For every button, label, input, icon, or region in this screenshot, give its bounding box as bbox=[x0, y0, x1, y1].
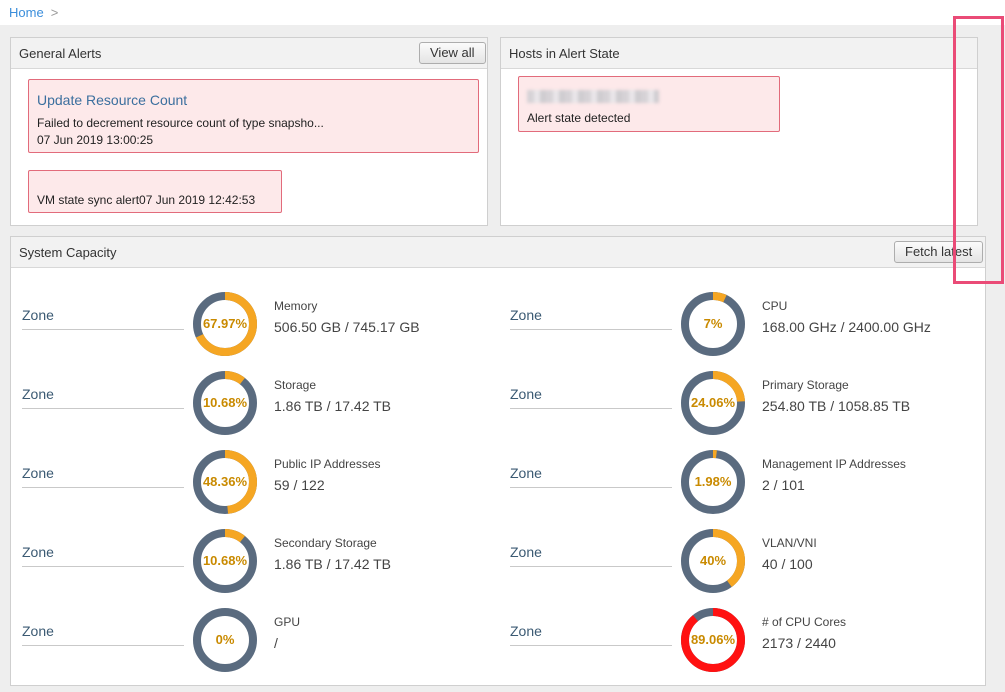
metric-name: VLAN/VNI bbox=[762, 536, 817, 550]
zone-label: Zone bbox=[22, 386, 184, 409]
alert-item[interactable]: VM state sync alert07 Jun 2019 12:42:53 bbox=[28, 170, 282, 213]
capacity-donut-chart: 67.97% bbox=[192, 291, 258, 357]
host-alert-item[interactable]: Alert state detected bbox=[518, 76, 780, 132]
capacity-donut-chart: 10.68% bbox=[192, 370, 258, 436]
metric-value: 1.86 TB / 17.42 TB bbox=[274, 398, 392, 414]
capacity-donut-chart: 0% bbox=[192, 607, 258, 673]
capacity-donut-chart: 1.98% bbox=[680, 449, 746, 515]
capacity-row: Zone 10.68% Storage 1.86 TB / 17.42 TB bbox=[22, 370, 482, 436]
hosts-alert-panel: Hosts in Alert State Alert state detecte… bbox=[500, 37, 978, 226]
system-capacity-title: System Capacity bbox=[19, 245, 117, 260]
metric-value: 506.50 GB / 745.17 GB bbox=[274, 319, 420, 335]
percent-label: 10.68% bbox=[202, 553, 248, 568]
capacity-row: Zone 10.68% Secondary Storage 1.86 TB / 17.… bbox=[22, 528, 482, 594]
alert-message: VM state sync alert07 Jun 2019 12:42:53 bbox=[37, 193, 256, 207]
metric-name: Storage bbox=[274, 378, 317, 392]
general-alerts-header: General Alerts View all bbox=[11, 38, 487, 69]
metric-name: Management IP Addresses bbox=[762, 457, 906, 471]
host-alert-message: Alert state detected bbox=[527, 111, 631, 125]
capacity-row: Zone 0% GPU / bbox=[22, 607, 482, 673]
capacity-row: Zone 1.98% Management IP Addresses 2 / 101 bbox=[510, 449, 970, 515]
system-capacity-panel: System Capacity Fetch latest Zone 67.97% M… bbox=[10, 236, 986, 686]
capacity-row: Zone 40% VLAN/VNI 40 / 100 bbox=[510, 528, 970, 594]
alert-item[interactable]: Update Resource Count Failed to decremen… bbox=[28, 79, 479, 153]
alert-message: Failed to decrement resource count of ty… bbox=[37, 116, 324, 130]
percent-label: 67.97% bbox=[202, 316, 248, 331]
metric-value: 1.86 TB / 17.42 TB bbox=[274, 556, 392, 572]
breadcrumb: Home > bbox=[9, 5, 58, 20]
metric-value: 40 / 100 bbox=[762, 556, 813, 572]
zone-label: Zone bbox=[22, 544, 184, 567]
capacity-donut-chart: 48.36% bbox=[192, 449, 258, 515]
breadcrumb-home-link[interactable]: Home bbox=[9, 5, 44, 20]
capacity-row: Zone 67.97% Memory 506.50 GB / 745.17 GB bbox=[22, 291, 482, 357]
zone-label: Zone bbox=[22, 623, 184, 646]
metric-value: 2173 / 2440 bbox=[762, 635, 836, 651]
capacity-donut-chart: 24.06% bbox=[680, 370, 746, 436]
metric-name: Public IP Addresses bbox=[274, 457, 381, 471]
metric-value: 168.00 GHz / 2400.00 GHz bbox=[762, 319, 931, 335]
percent-label: 1.98% bbox=[694, 474, 732, 489]
capacity-donut-chart: 7% bbox=[680, 291, 746, 357]
percent-label: 10.68% bbox=[202, 395, 248, 410]
general-alerts-title: General Alerts bbox=[19, 46, 102, 61]
metric-value: 254.80 TB / 1058.85 TB bbox=[762, 398, 911, 414]
zone-label: Zone bbox=[510, 307, 672, 330]
alert-title[interactable]: Update Resource Count bbox=[37, 92, 187, 108]
capacity-row: Zone 7% CPU 168.00 GHz / 2400.00 GHz bbox=[510, 291, 970, 357]
percent-label: 0% bbox=[215, 632, 235, 647]
alert-date: 07 Jun 2019 13:00:25 bbox=[37, 133, 154, 147]
capacity-donut-chart: 10.68% bbox=[192, 528, 258, 594]
fetch-latest-button[interactable]: Fetch latest bbox=[894, 241, 984, 263]
percent-label: 89.06% bbox=[690, 632, 736, 647]
metric-name: Primary Storage bbox=[762, 378, 849, 392]
capacity-row: Zone 24.06% Primary Storage 254.80 TB / 105… bbox=[510, 370, 970, 436]
metric-name: CPU bbox=[762, 299, 788, 313]
percent-label: 40% bbox=[699, 553, 727, 568]
capacity-row: Zone 89.06% # of CPU Cores 2173 / 2440 bbox=[510, 607, 970, 673]
metric-value: / bbox=[274, 635, 278, 651]
zone-label: Zone bbox=[22, 465, 184, 488]
metric-name: GPU bbox=[274, 615, 301, 629]
hosts-alert-header: Hosts in Alert State bbox=[501, 38, 977, 69]
breadcrumb-separator: > bbox=[50, 5, 59, 20]
system-capacity-header: System Capacity Fetch latest bbox=[11, 237, 985, 268]
zone-label: Zone bbox=[510, 386, 672, 409]
metric-name: # of CPU Cores bbox=[762, 615, 847, 629]
zone-label: Zone bbox=[510, 465, 672, 488]
view-all-button[interactable]: View all bbox=[419, 42, 486, 64]
percent-label: 48.36% bbox=[202, 474, 248, 489]
general-alerts-panel: General Alerts View all Update Resource … bbox=[10, 37, 488, 226]
percent-label: 24.06% bbox=[690, 395, 736, 410]
capacity-row: Zone 48.36% Public IP Addresses 59 / 122 bbox=[22, 449, 482, 515]
zone-label: Zone bbox=[510, 623, 672, 646]
metric-name: Secondary Storage bbox=[274, 536, 377, 550]
metric-value: 2 / 101 bbox=[762, 477, 805, 493]
zone-label: Zone bbox=[510, 544, 672, 567]
metric-value: 59 / 122 bbox=[274, 477, 325, 493]
percent-label: 7% bbox=[703, 316, 723, 331]
redacted-hostname bbox=[527, 90, 659, 103]
metric-name: Memory bbox=[274, 299, 318, 313]
zone-label: Zone bbox=[22, 307, 184, 330]
hosts-alert-title: Hosts in Alert State bbox=[509, 46, 620, 61]
capacity-donut-chart: 40% bbox=[680, 528, 746, 594]
capacity-donut-chart: 89.06% bbox=[680, 607, 746, 673]
